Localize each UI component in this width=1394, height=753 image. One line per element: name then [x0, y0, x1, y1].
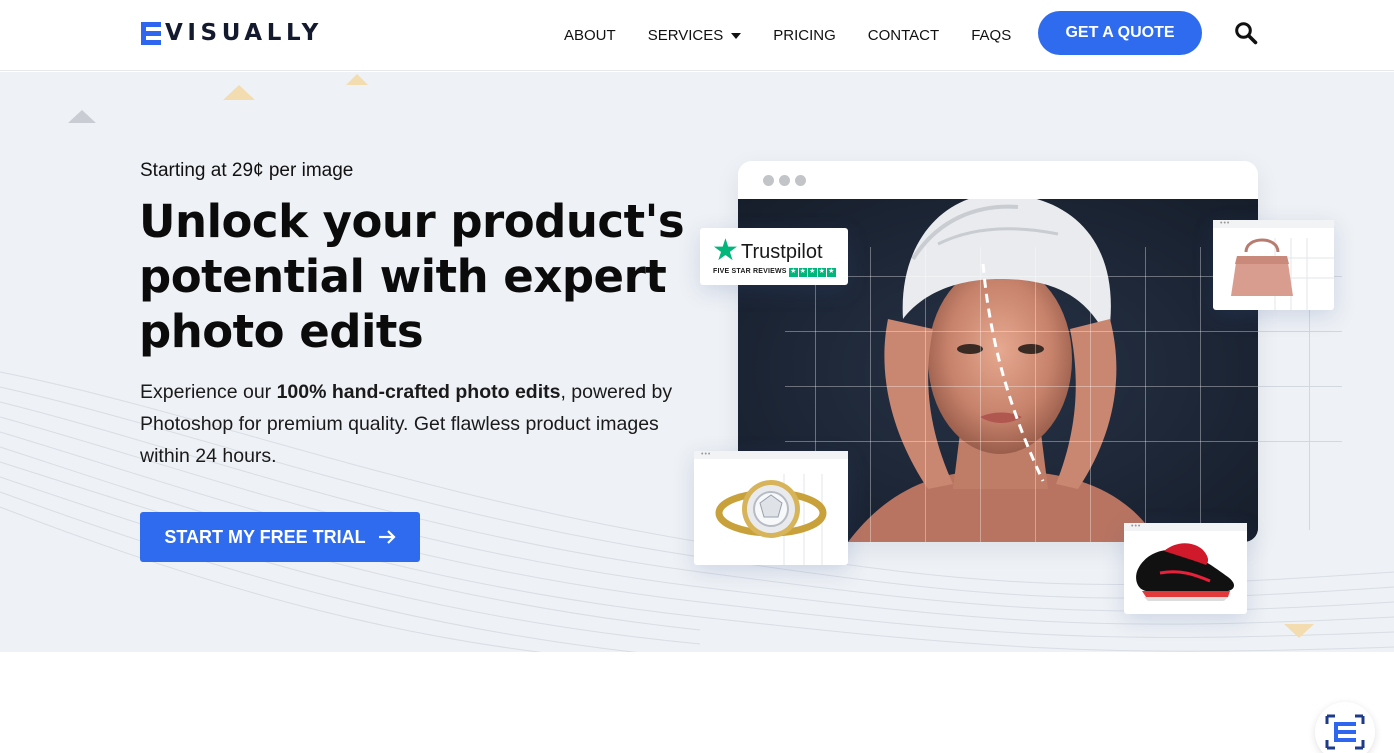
grid-line [1035, 247, 1036, 542]
trustpilot-star-icon: ★ [712, 234, 739, 267]
triangle-decoration [223, 85, 255, 100]
nav-label: ABOUT [564, 27, 616, 44]
grid-line [1200, 247, 1201, 542]
triangle-decoration [68, 110, 96, 123]
trustpilot-badge[interactable]: ★ Trustpilot FIVE STAR REVIEWS ★ ★ ★ ★ ★ [700, 228, 848, 285]
logo-text: VISUALLY [165, 20, 323, 46]
main-nav: ABOUT SERVICES PRICING CONTACT FAQS [564, 0, 1043, 71]
nav-item-services[interactable]: SERVICES [648, 27, 742, 44]
grid-line [925, 247, 926, 542]
grid-line [785, 441, 1258, 442]
content-area [0, 652, 1394, 753]
ring-image [715, 474, 827, 565]
hero-headline: Unlock your product's potential with exp… [139, 195, 685, 358]
triangle-decoration [1284, 624, 1314, 638]
trustpilot-rating: ★ ★ ★ ★ ★ [789, 268, 837, 277]
nav-label: CONTACT [867, 27, 940, 44]
nav-item-pricing[interactable]: PRICING [773, 27, 836, 44]
search-icon[interactable] [1234, 21, 1258, 45]
rating-star-icon: ★ [827, 268, 836, 277]
triangle-decoration [346, 74, 368, 85]
rating-star-icon: ★ [817, 268, 826, 277]
logo-mark-icon [141, 21, 161, 45]
site-header: VISUALLY ABOUT SERVICES PRICING CONTACT … [0, 0, 1394, 71]
nav-label: FAQS [971, 27, 1012, 44]
grid-line [785, 386, 1258, 387]
rating-star-icon: ★ [798, 268, 807, 277]
hero-description: Experience our 100% hand-crafted photo e… [140, 376, 680, 472]
rating-star-icon: ★ [808, 268, 817, 277]
grid-line [870, 247, 871, 542]
desc-text: Experience our [140, 381, 277, 403]
grid-line [1090, 247, 1091, 542]
browser-bar [738, 161, 1258, 199]
hero-kicker: Starting at 29¢ per image [140, 160, 354, 181]
trustpilot-name: Trustpilot [741, 241, 823, 263]
grid-line [980, 247, 981, 542]
shoe-image [1136, 543, 1234, 601]
rating-star-icon: ★ [789, 268, 798, 277]
arrow-right-icon [378, 530, 396, 544]
grid-line [785, 331, 1258, 332]
logo-mark-icon [1325, 714, 1365, 750]
shoe-thumbnail: ••• [1124, 523, 1247, 614]
nav-label: SERVICES [647, 27, 724, 44]
hero-section: Starting at 29¢ per image Unlock your pr… [0, 72, 1394, 652]
nav-item-faqs[interactable]: FAQS [971, 27, 1011, 44]
ring-thumbnail: ••• [694, 451, 848, 565]
handbag-image [1231, 238, 1334, 310]
logo[interactable]: VISUALLY [141, 20, 323, 46]
nav-item-contact[interactable]: CONTACT [868, 27, 939, 44]
grid-line [1258, 386, 1342, 387]
grid-line [1258, 441, 1342, 442]
caret-down-icon [731, 32, 742, 39]
start-free-trial-button[interactable]: START MY FREE TRIAL [140, 512, 420, 562]
trustpilot-subtitle: FIVE STAR REVIEWS [713, 268, 787, 275]
desc-bold-text: 100% hand-crafted photo edits [276, 381, 561, 403]
grid-line [785, 276, 1258, 277]
handbag-thumbnail: ••• [1213, 220, 1334, 310]
get-a-quote-button[interactable]: GET A QUOTE [1038, 11, 1202, 55]
chat-widget-button[interactable] [1315, 702, 1375, 753]
nav-label: PRICING [773, 27, 836, 44]
grid-line [1145, 247, 1146, 542]
cta-label: START MY FREE TRIAL [164, 526, 366, 547]
nav-item-about[interactable]: ABOUT [564, 27, 616, 44]
grid-line [1258, 331, 1342, 332]
